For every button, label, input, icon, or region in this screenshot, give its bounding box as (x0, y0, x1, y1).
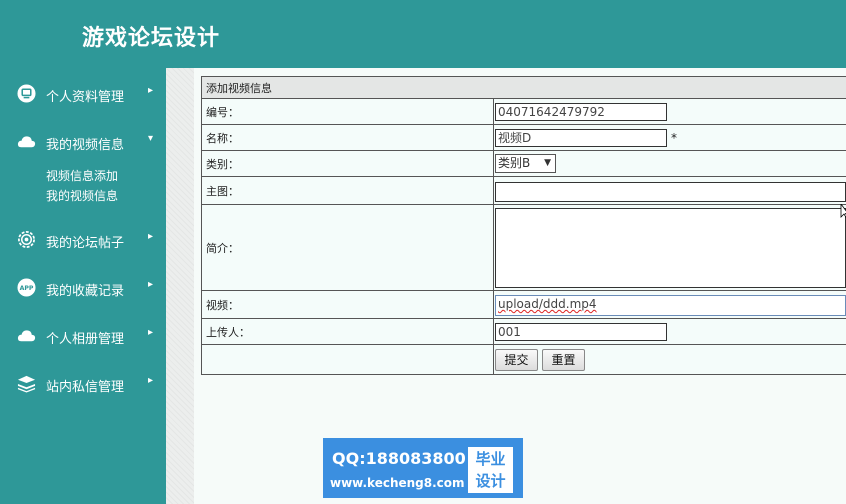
mouse-cursor-icon (840, 204, 846, 219)
intro-textarea[interactable] (495, 208, 846, 288)
sidebar-item-label: 我的论坛帖子 (46, 236, 125, 251)
watermark-line2: 设计 (475, 472, 506, 490)
chevron-down-icon: ▾ (148, 133, 154, 144)
chevron-right-icon: ▸ (148, 279, 154, 290)
sidebar-subitem-my-videos[interactable]: 我的视频信息 (46, 187, 118, 204)
chevron-right-icon: ▸ (148, 375, 154, 386)
field-label-empty (201, 344, 494, 375)
site-title: 游戏论坛设计 (82, 26, 221, 51)
sidebar-subitem-add-video[interactable]: 视频信息添加 (46, 167, 118, 184)
watermark-line1: 毕业 (475, 450, 506, 468)
reset-button[interactable]: 重置 (542, 349, 585, 371)
gear-icon (18, 231, 35, 248)
field-label-uploader: 上传人： (201, 318, 494, 345)
sidebar: 个人资料管理 ▸ 我的视频信息 ▾ 视频信息添加 我的视频信息 我的论坛帖子 ▸… (0, 68, 166, 504)
form-caption: 添加视频信息 (201, 76, 846, 99)
monitor-icon (17, 84, 36, 103)
cloud-icon (17, 330, 36, 342)
content-gutter (166, 68, 194, 504)
app-header: 游戏论坛设计 (0, 0, 846, 68)
required-star: * (671, 131, 677, 145)
app-icon: APP (17, 278, 36, 297)
watermark-badge: 毕业 设计 (468, 447, 513, 493)
sidebar-item-favorites[interactable]: APP 我的收藏记录 ▸ (0, 266, 166, 306)
submit-button[interactable]: 提交 (495, 349, 538, 371)
cloud-icon (17, 136, 36, 148)
watermark-banner: QQ:188083800 www.kecheng8.com 毕业 设计 (323, 438, 523, 498)
watermark-url: www.kecheng8.com (330, 476, 465, 490)
app-icon-text: APP (20, 285, 34, 292)
sidebar-item-messages[interactable]: 站内私信管理 ▸ (0, 362, 166, 402)
uploader-input[interactable]: 001 (495, 323, 667, 341)
sidebar-item-label: 我的视频信息 (46, 138, 125, 153)
field-label-video: 视频： (201, 290, 494, 319)
stack-icon (17, 375, 36, 393)
category-selected-value: 类别B (498, 156, 531, 170)
name-input[interactable]: 视频D (495, 129, 667, 147)
chevron-right-icon: ▸ (148, 85, 154, 96)
sidebar-item-forum-posts[interactable]: 我的论坛帖子 ▸ (0, 218, 166, 258)
dropdown-arrow-icon: ▼ (544, 158, 551, 168)
chevron-right-icon: ▸ (148, 231, 154, 242)
sidebar-item-label: 我的收藏记录 (46, 284, 125, 299)
chevron-right-icon: ▸ (148, 327, 154, 338)
video-input[interactable]: upload/ddd.mp4 (495, 295, 846, 316)
image-input[interactable] (495, 182, 846, 202)
sidebar-item-albums[interactable]: 个人相册管理 ▸ (0, 314, 166, 354)
field-label-category: 类别： (201, 150, 494, 177)
field-label-image: 主图： (201, 176, 494, 205)
video-input-value: upload/ddd.mp4 (498, 297, 597, 311)
watermark-qq: QQ:188083800 (332, 449, 466, 468)
sidebar-item-profile[interactable]: 个人资料管理 ▸ (0, 72, 166, 112)
id-input[interactable]: 04071642479792 (495, 103, 667, 121)
field-label-id: 编号： (201, 98, 494, 125)
sidebar-item-label: 站内私信管理 (46, 380, 125, 395)
sidebar-item-label: 个人相册管理 (46, 332, 125, 347)
sidebar-item-videos[interactable]: 我的视频信息 ▾ (0, 120, 166, 160)
sidebar-item-label: 个人资料管理 (46, 90, 125, 105)
field-label-name: 名称： (201, 124, 494, 151)
field-label-intro: 简介： (201, 204, 494, 291)
category-select[interactable]: 类别B ▼ (495, 154, 556, 173)
